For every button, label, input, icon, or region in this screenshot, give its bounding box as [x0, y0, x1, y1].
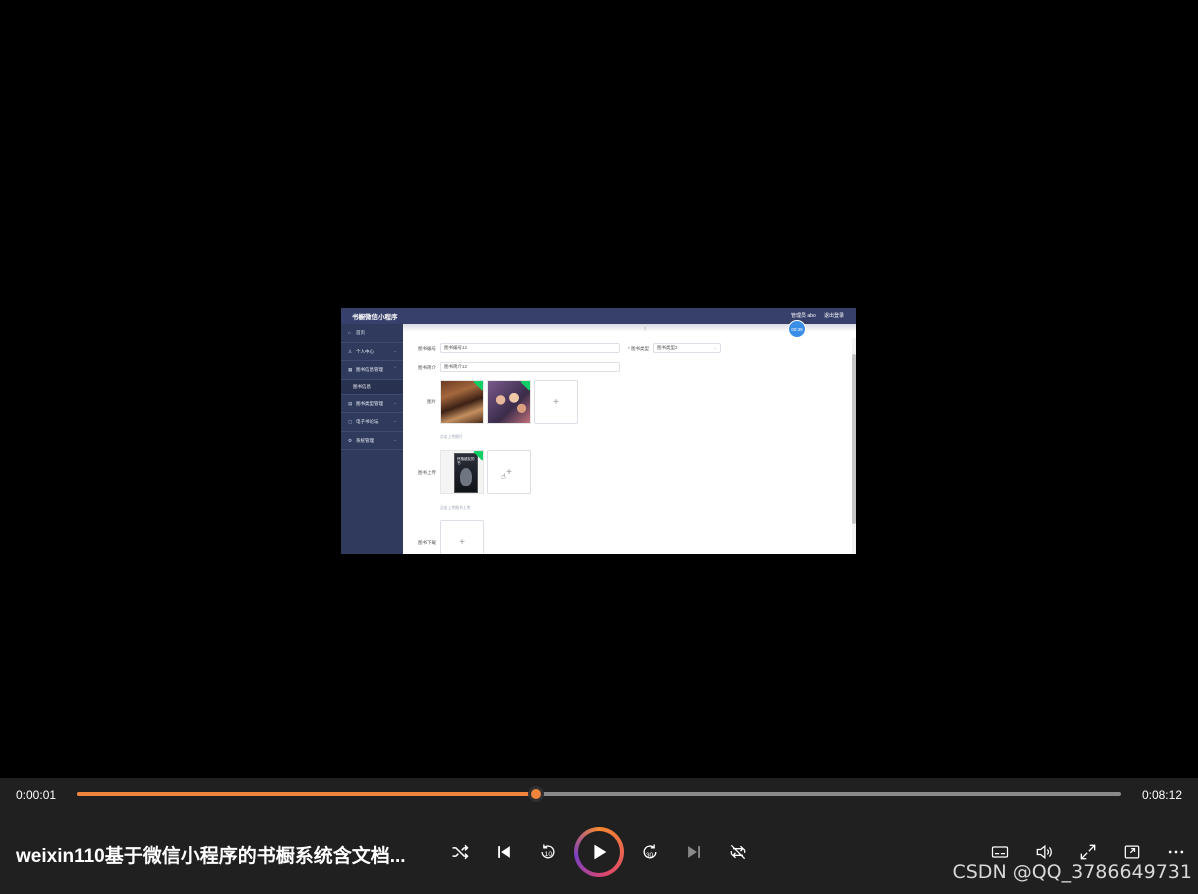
logout-link: 退出登录	[824, 313, 845, 319]
next-button[interactable]	[680, 838, 708, 866]
chevron-up-icon: ⌃	[393, 366, 397, 371]
chevron-down-icon: ⌄	[393, 418, 397, 423]
captions-icon	[991, 846, 1009, 858]
book-upload-button: +	[487, 450, 531, 494]
seek-thumb[interactable]	[528, 786, 545, 802]
watermark-text: CSDN @QQ_3786649731	[952, 861, 1192, 883]
video-title: weixin110基于微信小程序的书橱系统含文档...	[16, 846, 406, 867]
sidebar-subitem-label: 图书信息	[353, 383, 371, 389]
forward-30-button[interactable]: 30	[636, 838, 664, 866]
more-icon	[1168, 850, 1184, 854]
seek-progress	[77, 792, 537, 796]
play-button-inner	[578, 831, 620, 873]
book-download-upload-button: +	[440, 520, 484, 554]
sidebar-item-label: 首页	[356, 330, 365, 335]
skip-previous-icon	[498, 846, 510, 858]
sidebar-item-book-info-mgmt: ▦ 图书信息管理 ⌃	[341, 361, 403, 380]
book-intro-label: 图书简介	[418, 365, 436, 370]
book-upload-label: 图书上传	[418, 470, 436, 475]
menu-collapse-icon: ≡	[644, 326, 647, 331]
video-frame: 书橱微信小程序 管理员 abo 退出登录 00:39 ⌂ 首页 ♙ 个人中心 ⌄…	[341, 308, 856, 554]
volume-icon	[1036, 844, 1052, 860]
image-upload-button: +	[534, 380, 578, 424]
group-photo-image	[487, 380, 531, 424]
svg-text:10: 10	[545, 851, 553, 858]
admin-label: 管理员 abo	[791, 313, 816, 319]
book-no-field: 图书编号12	[440, 343, 620, 353]
chevron-down-icon: ⌄	[393, 347, 397, 353]
book-download-label: 图书下载	[418, 540, 436, 545]
app-main-content: ≡ 图书编号 图书编号12 * 图书类型 图书类型2 ⌄ 图书简介 图书简介12…	[403, 324, 856, 554]
play-button[interactable]	[574, 827, 624, 877]
svg-text:30: 30	[646, 852, 654, 859]
book-intro-field: 图书简介12	[440, 362, 620, 372]
sidebar-item-home: ⌂ 首页	[341, 324, 403, 343]
mini-player-icon	[1124, 845, 1140, 859]
upload-success-badge	[473, 381, 483, 391]
rewind-10-button[interactable]: 10	[534, 838, 562, 866]
repeat-off-button[interactable]	[724, 838, 752, 866]
scrollbar-thumb	[852, 354, 856, 524]
book-stack-image	[440, 380, 484, 424]
book-cover-face	[460, 468, 472, 486]
timer-badge: 00:39	[788, 320, 806, 338]
skip-next-icon	[688, 846, 700, 858]
sidebar-subitem-book-info: 图书信息	[341, 379, 403, 395]
home-icon: ⌂	[348, 330, 351, 335]
image-label: 图片	[427, 399, 436, 404]
chevron-down-icon: ⌄	[393, 436, 397, 442]
forward-30-icon: 30	[643, 844, 657, 859]
player-control-bar: 0:00:01 0:08:12 weixin110基于微信小程序的书橱系统含文档…	[0, 778, 1198, 894]
sidebar-item-label: 个人中心	[356, 348, 374, 354]
hand-cursor-icon: ☝	[501, 472, 506, 481]
total-time: 0:08:12	[1141, 788, 1182, 802]
sidebar-item-label: 图书类型管理	[356, 400, 383, 406]
shuffle-icon	[452, 844, 469, 860]
image-upload-hint: 点击上传图片	[440, 435, 463, 439]
grid-icon: ▦	[348, 367, 353, 372]
book-type-label: * 图书类型	[628, 346, 650, 351]
sidebar-item-system-mgmt: ⚙ 系统管理 ⌄	[341, 432, 403, 450]
settings-icon: ⚙	[348, 437, 353, 443]
rewind-10-icon: 10	[541, 844, 555, 859]
book-type-select: 图书类型2 ⌄	[653, 343, 721, 353]
sidebar-item-personal-center: ♙ 个人中心 ⌄	[341, 343, 403, 361]
play-icon	[594, 844, 607, 860]
book-no-label: 图书编号	[418, 346, 436, 351]
app-header: 书橱微信小程序 管理员 abo 退出登录	[341, 308, 856, 324]
book-upload-hint: 点击上传图书上传	[440, 506, 471, 510]
sidebar-item-ebook-forum: ▢ 电子书论坛 ⌄	[341, 413, 403, 432]
book-cover-file: 怀抱朋友的书	[440, 450, 484, 494]
book-cover-image: 怀抱朋友的书	[454, 453, 478, 493]
chevron-down-icon: ⌄	[713, 345, 717, 350]
current-time: 0:00:01	[16, 788, 57, 802]
upload-success-badge	[520, 381, 530, 391]
user-icon: ♙	[348, 348, 353, 354]
book-cover-title: 怀抱朋友的书	[457, 457, 475, 465]
book-type-selected: 图书类型2	[657, 345, 678, 350]
sidebar-item-book-type-mgmt: ▤ 图书类型管理 ⌄	[341, 395, 403, 413]
app-sidebar: ⌂ 首页 ♙ 个人中心 ⌄ ▦ 图书信息管理 ⌃ 图书信息 ▤ 图书类型管理 ⌄…	[341, 324, 403, 554]
app-title: 书橱微信小程序	[352, 314, 398, 321]
sidebar-item-label: 图书信息管理	[356, 367, 383, 372]
previous-button[interactable]	[490, 838, 518, 866]
sidebar-item-label: 电子书论坛	[356, 419, 379, 424]
fullscreen-icon	[1080, 844, 1096, 860]
chevron-down-icon: ⌄	[393, 399, 397, 405]
content-scrollbar	[852, 338, 856, 554]
repeat-off-icon	[730, 844, 746, 860]
shuffle-button[interactable]	[446, 838, 474, 866]
seek-bar[interactable]	[77, 786, 1121, 802]
sidebar-item-label: 系统管理	[356, 437, 374, 443]
list-icon: ▤	[348, 400, 353, 406]
chat-icon: ▢	[348, 419, 353, 424]
